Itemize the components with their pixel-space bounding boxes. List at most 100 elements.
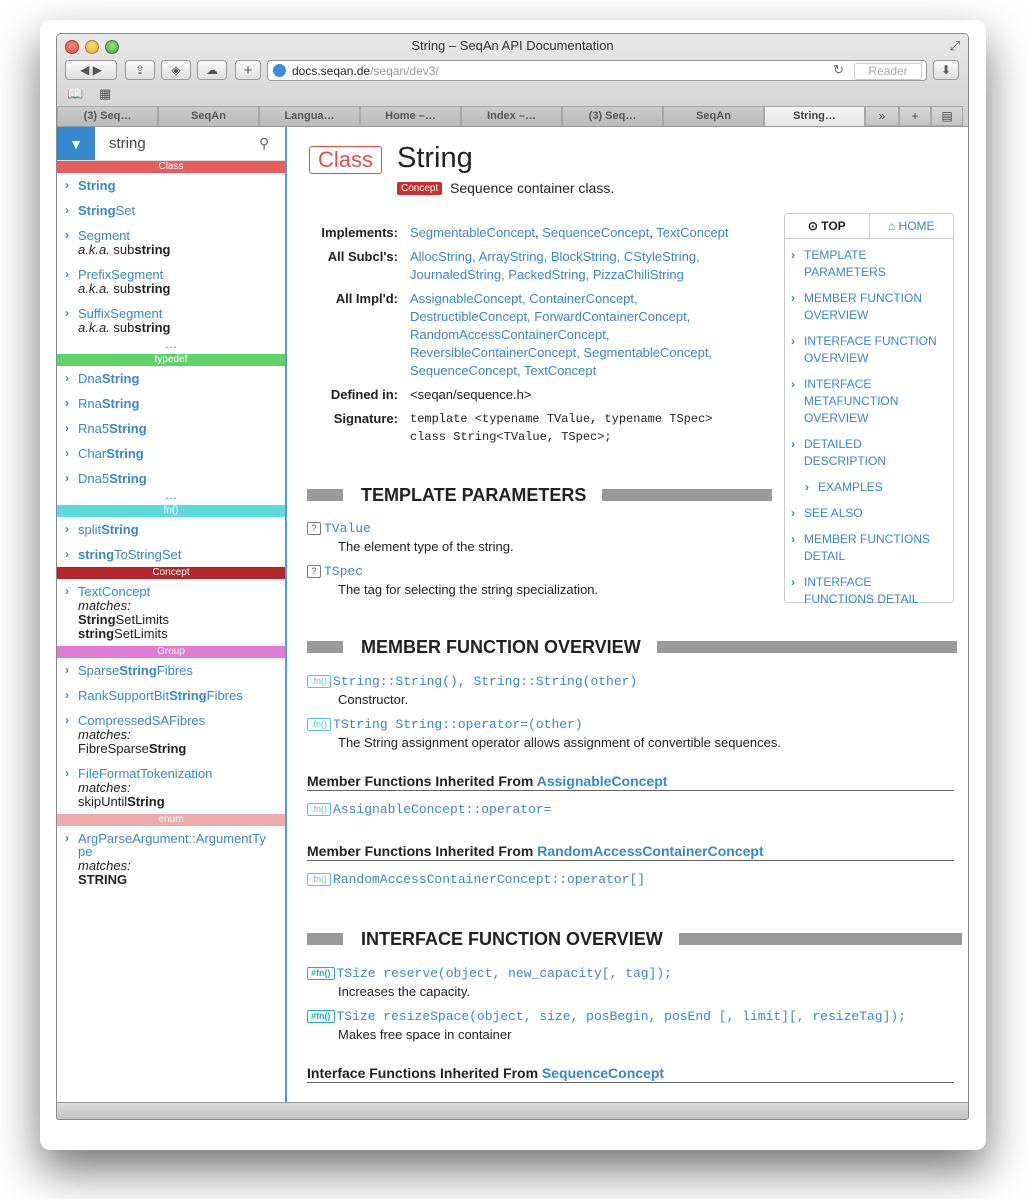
member-signature[interactable]: TString String::operator=(other): [333, 717, 583, 732]
inherited-signature[interactable]: RandomAccessContainerConcept::operator[]: [333, 872, 645, 887]
result-stringset[interactable]: › StringSet: [57, 198, 285, 223]
link-assignableconcept[interactable]: AssignableConcept: [537, 773, 668, 789]
back-forward-buttons[interactable]: ◀ ▶: [65, 60, 117, 80]
param-badge: ?: [307, 522, 321, 535]
toc-member-functions-detail[interactable]: › MEMBER FUNCTIONS DETAIL: [785, 529, 953, 572]
member-description: Constructor.: [338, 692, 409, 707]
search-input[interactable]: string: [95, 135, 259, 152]
tab-1[interactable]: SeqAn: [158, 106, 259, 126]
target-icon: ⊙: [807, 219, 818, 233]
param-tspec: ? TSpec The tag for selecting the string …: [307, 563, 598, 597]
impl-links-5[interactable]: SequenceConcept, TextConcept: [410, 362, 770, 380]
toc-detailed-description[interactable]: › DETAILED DESCRIPTION: [785, 434, 953, 477]
impl-links-1[interactable]: AssignableConcept, ContainerConcept,: [410, 290, 770, 308]
toc-template-parameters[interactable]: › TEMPLATE PARAMETERS: [785, 245, 953, 288]
link-randomaccesscontainerconcept[interactable]: RandomAccessContainerConcept: [537, 843, 763, 859]
reader-button[interactable]: Reader: [854, 63, 922, 80]
status-bar: [57, 1102, 968, 1119]
toc-member-function-overview[interactable]: › MEMBER FUNCTION OVERVIEW: [785, 288, 953, 331]
new-tab-icon[interactable]: +: [899, 106, 931, 126]
inherited-signature[interactable]: AssignableConcept::operator=: [333, 802, 551, 817]
reload-icon[interactable]: ↻: [833, 62, 844, 78]
fn-badge: #fn(): [307, 967, 335, 980]
address-bar[interactable]: docs.seqan.de/seqan/dev3/ ↻ Reader: [267, 60, 927, 81]
more-results-typedef[interactable]: …: [57, 488, 285, 505]
more-tabs-icon[interactable]: »: [865, 106, 899, 126]
tab-3[interactable]: Home –…: [360, 106, 461, 126]
iface-inherited-from-sequence: Interface Functions Inherited From Seque…: [307, 1065, 954, 1083]
member-description: The String assignment operator allows as…: [338, 735, 781, 750]
share-icon[interactable]: ⇪: [125, 60, 155, 80]
tab-2[interactable]: Langua…: [259, 106, 360, 126]
toc-interface-functions-detail[interactable]: › INTERFACE FUNCTIONS DETAIL: [785, 572, 953, 615]
cloud-icon[interactable]: ☁: [197, 60, 227, 80]
inherited-from-randomaccess: Member Functions Inherited From RandomAc…: [307, 843, 954, 861]
result-ranksupportbitstringfibres[interactable]: › RankSupportBitStringFibres: [57, 683, 285, 708]
result-rna5string[interactable]: › Rna5String: [57, 416, 285, 441]
param-description: The tag for selecting the string special…: [338, 582, 599, 597]
result-dna5string[interactable]: › Dna5String: [57, 466, 285, 491]
result-rnastring[interactable]: › RnaString: [57, 391, 285, 416]
section-template-parameters: TEMPLATE PARAMETERS: [307, 485, 773, 505]
layers-icon[interactable]: ◈: [161, 60, 191, 80]
toc-interface-metafunction-overview[interactable]: › INTERFACE METAFUNCTION OVERVIEW: [785, 374, 953, 434]
result-stringtostringset[interactable]: › stringToStringSet: [57, 542, 285, 567]
impl-links-4[interactable]: ReversibleContainerConcept, SegmentableC…: [410, 344, 770, 362]
tab-4[interactable]: Index –…: [461, 106, 562, 126]
table-of-contents: ⊙ TOP ⌂ HOME › TEMPLATE PARAMETERS › MEMBER…: [784, 213, 954, 606]
tab-7[interactable]: String…: [764, 106, 865, 126]
link-segmentableconcept[interactable]: SegmentableConcept: [410, 225, 535, 240]
top-sites-grid-icon[interactable]: ▦: [99, 86, 111, 102]
more-results-class[interactable]: …: [57, 337, 285, 354]
result-charstring[interactable]: › CharString: [57, 441, 285, 466]
inherited-label: Member Functions Inherited From: [307, 843, 534, 859]
subclass-links-1[interactable]: AllocString, ArrayString, BlockString, C…: [410, 248, 770, 266]
toc-home-tab[interactable]: ⌂ HOME: [870, 214, 954, 238]
result-textconcept[interactable]: › TextConcept matches: StringSetLimits st…: [57, 579, 285, 646]
result-prefixsegment[interactable]: › PrefixSegment a.k.a. substring: [57, 262, 285, 301]
home-icon: ⌂: [887, 219, 896, 233]
fullscreen-icon[interactable]: ⤢: [950, 38, 960, 54]
header-concept: Concept: [57, 567, 285, 579]
fn-badge: .fn(): [307, 718, 332, 731]
param-badge: ?: [307, 565, 321, 578]
concept-badge: Concept: [397, 182, 443, 195]
link-sequenceconcept[interactable]: SequenceConcept: [542, 225, 649, 240]
iface-signature[interactable]: TSize resizeSpace(object, size, posBegin…: [337, 1009, 907, 1024]
result-dnastring[interactable]: › DnaString: [57, 366, 285, 391]
toc-interface-function-overview[interactable]: › INTERFACE FUNCTION OVERVIEW: [785, 331, 953, 374]
link-sequenceconcept[interactable]: SequenceConcept: [542, 1065, 664, 1081]
toc-see-also[interactable]: › SEE ALSO: [785, 503, 953, 529]
tab-0[interactable]: (3) Seq…: [57, 106, 158, 126]
result-compressedsafibres[interactable]: › CompressedSAFibres matches: FibreSparse…: [57, 708, 285, 761]
result-sparsestringfibres[interactable]: › SparseStringFibres: [57, 658, 285, 683]
param-name[interactable]: TValue: [324, 521, 371, 536]
tab-6[interactable]: SeqAn: [663, 106, 764, 126]
toc-top-tab[interactable]: ⊙ TOP: [785, 214, 870, 238]
result-suffixsegment[interactable]: › SuffixSegment a.k.a. substring: [57, 301, 285, 340]
result-splitstring[interactable]: › splitString: [57, 517, 285, 542]
result-fileformattokenization[interactable]: › FileFormatTokenization matches: skipUnt…: [57, 761, 285, 814]
toc-examples[interactable]: › EXAMPLES: [785, 477, 953, 503]
result-segment[interactable]: › Segment a.k.a. substring: [57, 223, 285, 262]
download-icon[interactable]: ⬇: [933, 60, 959, 80]
impl-links-3[interactable]: RandomAccessContainerConcept,: [410, 326, 770, 344]
param-name[interactable]: TSpec: [324, 564, 363, 579]
subclasses-label: All Subcl's:: [327, 249, 398, 264]
fn-badge: .fn(): [307, 873, 332, 886]
search-icon[interactable]: ⚲: [259, 135, 285, 152]
reading-list-icon[interactable]: 📖: [67, 86, 83, 102]
filter-icon[interactable]: ▼: [57, 127, 95, 160]
header-group: Group: [57, 646, 285, 658]
link-textconcept[interactable]: TextConcept: [656, 225, 728, 240]
result-argparseargument-argumenttype[interactable]: › ArgParseArgument::ArgumentTy pe matches:…: [57, 826, 285, 892]
member-signature[interactable]: String::String(), String::String(other): [333, 674, 637, 689]
result-string[interactable]: › String: [57, 173, 285, 198]
new-tab-plus-icon[interactable]: +: [235, 60, 261, 80]
tab-5[interactable]: (3) Seq…: [562, 106, 663, 126]
tab-bar: (3) Seq… SeqAn Langua… Home –… Index –… …: [57, 106, 968, 127]
impl-links-2[interactable]: DestructibleConcept, ForwardContainerCon…: [410, 308, 770, 326]
tab-view-icon[interactable]: ▤: [931, 106, 963, 126]
subclass-links-2[interactable]: JournaledString, PackedString, PizzaChil…: [410, 266, 770, 284]
iface-signature[interactable]: TSize reserve(object, new_capacity[, tag…: [337, 966, 672, 981]
